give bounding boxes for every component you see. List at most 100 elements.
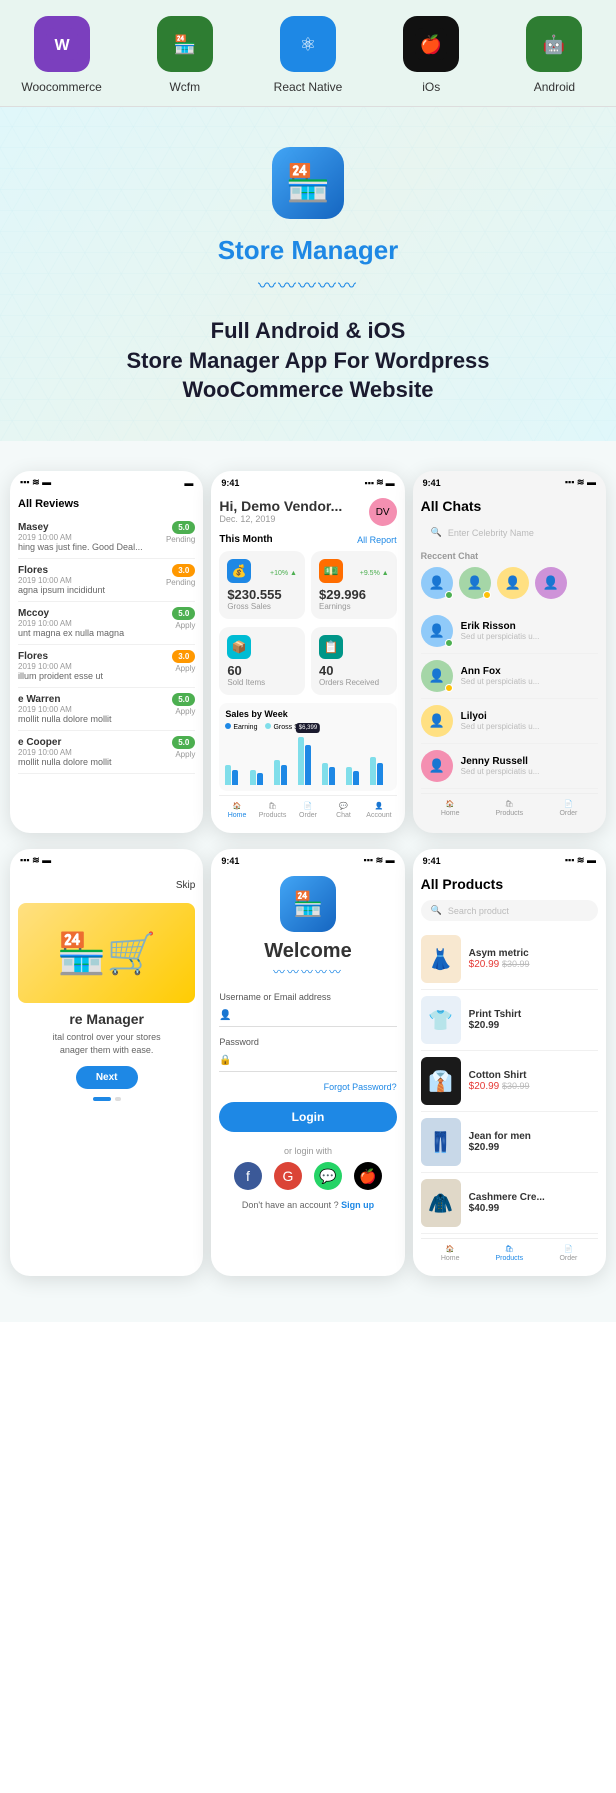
nav-wcfm-label: Wcfm (169, 80, 200, 94)
nav-wcfm[interactable]: 🏪 Wcfm (123, 16, 246, 94)
review-status: Apply (172, 707, 195, 716)
forgot-password-link[interactable]: Forgot Password? (219, 1082, 396, 1092)
nav-chat[interactable]: 💬 Chat (326, 802, 361, 819)
chat-preview: Sed ut perspiciatis u... (461, 632, 598, 641)
screenshots-section: ▪▪▪ ≋ ▬ ▬ All Reviews Masey 2019 10:00 A… (0, 441, 616, 1322)
product-item[interactable]: 🧥 Cashmere Cre... $40.99 (421, 1173, 598, 1234)
home-label: Home (441, 1255, 460, 1262)
product-item[interactable]: 👗 Asym metric $20.99 $30.99 (421, 929, 598, 990)
products-icon: 🛍 (505, 1245, 514, 1253)
review-item: Mccoy 2019 10:00 AM unt magna ex nulla m… (18, 602, 195, 645)
facebook-login-button[interactable]: f (234, 1162, 262, 1190)
nav-react-native-label: React Native (274, 80, 343, 94)
this-month-bar: This Month All Report (219, 534, 396, 545)
recent-chat-label: Reccent Chat (421, 551, 598, 561)
onboard-description: ital control over your storesanager them… (18, 1031, 195, 1056)
product-item[interactable]: 👕 Print Tshirt $20.99 (421, 990, 598, 1051)
skip-button[interactable]: Skip (18, 876, 195, 895)
nav-android[interactable]: 🤖 Android (493, 16, 616, 94)
avatar-wrap: 👤 (535, 567, 567, 599)
avatar-wrap: 👤 (497, 567, 529, 599)
next-button[interactable]: Next (76, 1066, 138, 1089)
stat-cards-row2: 📦 60 Sold Items 📋 40 Orders Received (219, 627, 396, 695)
avatar-wrap: 👤 (421, 567, 453, 599)
review-date: 2019 10:00 AM (18, 662, 103, 671)
products-search[interactable]: 🔍 Search product (421, 900, 598, 921)
status-icons-6: ▪▪▪ ≋ ▬ (565, 855, 596, 866)
apple-login-button[interactable]: 🍎 (354, 1162, 382, 1190)
nav-products[interactable]: 🛍Products (480, 800, 539, 817)
order-label: Order (299, 812, 317, 819)
ios-icon: 🍎 (403, 16, 459, 72)
password-input-group: Password 🔒 (219, 1037, 396, 1072)
chat-icon: 💬 (339, 802, 348, 810)
nav-account[interactable]: 👤 Account (361, 802, 396, 819)
nav-home[interactable]: 🏠Home (421, 1245, 480, 1262)
chat-item[interactable]: 👤 Ann Fox Sed ut perspiciatis u... (421, 654, 598, 699)
status-bar-2: 9:41 ▪▪▪≋▬ (211, 471, 404, 490)
bottom-nav-products: 🏠Home 🛍Products 📄Order (421, 1238, 598, 1268)
home-label: Home (441, 810, 460, 817)
chat-name: Jenny Russell (461, 756, 598, 767)
password-field[interactable]: 🔒 (219, 1050, 396, 1072)
this-month-label: This Month (219, 534, 272, 545)
review-name: e Cooper (18, 737, 112, 748)
product-price: $20.99 (469, 1081, 500, 1092)
nav-ios[interactable]: 🍎 iOs (370, 16, 493, 94)
chats-phone: 9:41 ▪▪▪ ≋ ▬ All Chats 🔍 Enter Celebrity… (413, 471, 606, 833)
orders-card: 📋 40 Orders Received (311, 627, 397, 695)
product-price: $20.99 (469, 1142, 500, 1153)
order-label: Order (559, 1255, 577, 1262)
time-5: 9:41 (221, 856, 239, 866)
products-label: Products (496, 810, 524, 817)
nav-products[interactable]: 🛍Products (480, 1245, 539, 1262)
chat-search[interactable]: 🔍 Enter Celebrity Name (421, 522, 598, 543)
chat-item[interactable]: 👤 Lilyoi Sed ut perspiciatis u... (421, 699, 598, 744)
login-button[interactable]: Login (219, 1102, 396, 1132)
nav-order[interactable]: 📄 Order (290, 802, 325, 819)
product-item[interactable]: 👖 Jean for men $20.99 (421, 1112, 598, 1173)
chat-preview: Sed ut perspiciatis u... (461, 767, 598, 776)
status-icons-2: ▪▪▪≋▬ (365, 477, 395, 488)
recent-avatar: 👤 (497, 567, 529, 599)
legend-earn: Earning (233, 724, 257, 731)
gross-label: Gross Sales (227, 602, 297, 611)
nav-woocommerce[interactable]: W Woocommerce (0, 16, 123, 94)
wechat-login-button[interactable]: 💬 (314, 1162, 342, 1190)
product-image: 👗 (421, 935, 461, 983)
status-icons-5: ▪▪▪ ≋ ▬ (364, 855, 395, 866)
nav-react-native[interactable]: ⚛ React Native (246, 16, 369, 94)
username-field[interactable]: 👤 (219, 1005, 396, 1027)
product-item[interactable]: 👔 Cotton Shirt $20.99 $30.99 (421, 1051, 598, 1112)
chat-avatar: 👤 (421, 705, 453, 737)
lock-icon: 🔒 (219, 1055, 231, 1066)
all-report-link[interactable]: All Report (357, 535, 397, 545)
product-details: Jean for men $20.99 (469, 1131, 531, 1153)
chats-content: All Chats 🔍 Enter Celebrity Name Reccent… (413, 490, 606, 831)
nav-android-label: Android (534, 80, 575, 94)
nav-home[interactable]: 🏠 Home (219, 802, 254, 819)
bar-chart: $6,399 (225, 735, 390, 785)
recent-avatars: 👤 👤 👤 👤 (421, 567, 598, 599)
or-login-text: or login with (219, 1146, 396, 1156)
chat-item[interactable]: 👤 Erik Risson Sed ut perspiciatis u... (421, 609, 598, 654)
chart-area: Sales by Week Earning Gross Sales (219, 703, 396, 791)
google-login-button[interactable]: G (274, 1162, 302, 1190)
orders-icon: 📋 (319, 635, 343, 659)
nav-home[interactable]: 🏠Home (421, 800, 480, 817)
chat-item[interactable]: 👤 Jenny Russell Sed ut perspiciatis u... (421, 744, 598, 789)
nav-order[interactable]: 📄Order (539, 800, 598, 817)
react-native-icon: ⚛ (280, 16, 336, 72)
product-old-price: $30.99 (502, 1081, 530, 1091)
signup-link[interactable]: Sign up (341, 1200, 374, 1210)
status-bar-6: 9:41 ▪▪▪ ≋ ▬ (413, 849, 606, 868)
review-status: Apply (172, 750, 195, 759)
chat-avatar: 👤 (421, 750, 453, 782)
gross-sales-card: 💰 +10% ▲ $230.555 Gross Sales (219, 551, 305, 619)
product-image: 👔 (421, 1057, 461, 1105)
nav-products[interactable]: 🛍 Products (255, 802, 290, 819)
chat-name: Erik Risson (461, 621, 598, 632)
chat-info: Ann Fox Sed ut perspiciatis u... (461, 666, 598, 686)
nav-order[interactable]: 📄Order (539, 1245, 598, 1262)
product-old-price: $30.99 (502, 959, 530, 969)
